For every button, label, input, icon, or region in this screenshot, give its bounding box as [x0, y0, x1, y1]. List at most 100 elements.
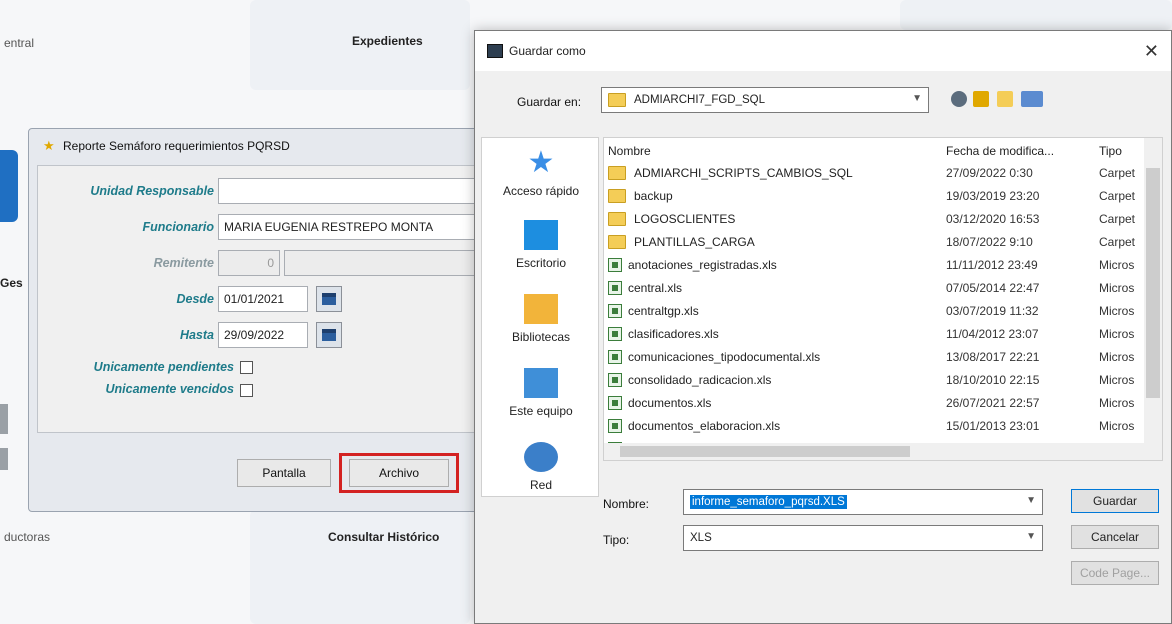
file-row[interactable]: documentos.xls 26/07/2021 22:57 Micros — [604, 392, 1144, 415]
file-row[interactable]: centraltgp.xls 03/07/2019 11:32 Micros — [604, 300, 1144, 323]
file-name: clasificadores.xls — [628, 327, 719, 341]
place-network[interactable]: Red — [482, 442, 600, 492]
report-title: Reporte Semáforo requerimientos PQRSD — [63, 139, 290, 153]
funcionario-input[interactable]: MARIA EUGENIA RESTREPO MONTA — [218, 214, 488, 240]
file-type: Micros — [1099, 327, 1135, 341]
hasta-label: Hasta — [179, 328, 214, 342]
watermark-right — [900, 0, 1172, 30]
file-row[interactable]: anotaciones_registradas.xls 11/11/2012 23… — [604, 254, 1144, 277]
place-desktop[interactable]: Escritorio — [482, 220, 600, 270]
menu-expedientes[interactable]: Expedientes — [352, 34, 423, 48]
desde-calendar-icon[interactable] — [316, 286, 342, 312]
place-libraries[interactable]: Bibliotecas — [482, 294, 600, 344]
column-type-header[interactable]: Tipo — [1099, 138, 1122, 160]
folder-combo[interactable]: ADMIARCHI7_FGD_SQL ▼ — [601, 87, 929, 113]
file-date: 07/05/2014 22:47 — [946, 281, 1040, 295]
vertical-scrollbar[interactable] — [1144, 138, 1162, 460]
folder-value: ADMIARCHI7_FGD_SQL — [634, 94, 766, 106]
file-row[interactable]: ADMIARCHI_SCRIPTS_CAMBIOS_SQL 27/09/2022 … — [604, 162, 1144, 185]
nombre-label: Nombre: — [603, 497, 650, 511]
tipo-label: Tipo: — [603, 533, 630, 547]
file-type: Micros — [1099, 258, 1135, 272]
excel-file-icon — [608, 281, 622, 295]
file-row[interactable]: documentos_elaboracion.xls 15/01/2013 23:… — [604, 415, 1144, 438]
chevron-down-icon: ▼ — [1026, 495, 1036, 506]
back-icon[interactable] — [951, 91, 967, 107]
file-name: ADMIARCHI_SCRIPTS_CAMBIOS_SQL — [634, 166, 853, 180]
file-type: Micros — [1099, 304, 1135, 318]
file-name: documentos_elaboracion.xls — [628, 419, 781, 433]
guardar-en-label: Guardar en: — [517, 95, 582, 109]
place-this-pc[interactable]: Este equipo — [482, 368, 600, 418]
report-dialog: ★ Reporte Semáforo requerimientos PQRSD … — [28, 128, 493, 512]
file-row[interactable]: backup 19/03/2019 23:20 Carpet — [604, 185, 1144, 208]
column-name-header[interactable]: Nombre — [608, 138, 651, 160]
desde-input[interactable]: 01/01/2021 — [218, 286, 308, 312]
file-row[interactable]: PLANTILLAS_CARGA 18/07/2022 9:10 Carpet — [604, 231, 1144, 254]
file-type: Micros — [1099, 396, 1135, 410]
file-type: Micros — [1099, 419, 1135, 433]
desktop-icon — [524, 220, 558, 250]
file-name: LOGOSCLIENTES — [634, 212, 736, 226]
app-icon — [487, 44, 503, 58]
new-folder-icon[interactable] — [997, 91, 1013, 107]
close-icon[interactable]: ✕ — [1144, 41, 1159, 62]
excel-file-icon — [608, 258, 622, 272]
hasta-input[interactable]: 29/09/2022 — [218, 322, 308, 348]
file-date: 11/11/2012 23:49 — [946, 258, 1038, 272]
file-row[interactable]: clasificadores.xls 11/04/2012 23:07 Micros — [604, 323, 1144, 346]
file-row[interactable]: LOGOSCLIENTES 03/12/2020 16:53 Carpet — [604, 208, 1144, 231]
file-name: consolidado_radicacion.xls — [628, 373, 772, 387]
place-quick-access[interactable]: ★ Acceso rápido — [482, 146, 600, 199]
menu-ges[interactable]: Ges — [0, 276, 23, 290]
file-type: Carpet — [1099, 166, 1136, 180]
library-icon — [524, 294, 558, 324]
unidad-input[interactable] — [218, 178, 488, 204]
file-row[interactable]: comunicaciones_tipodocumental.xls 13/08/2… — [604, 346, 1144, 369]
vertical-scroll-thumb[interactable] — [1146, 168, 1160, 398]
places-bar: ★ Acceso rápido Escritorio Bibliotecas E… — [481, 137, 599, 497]
file-name: centraltgp.xls — [628, 304, 699, 318]
pendientes-checkbox[interactable] — [240, 361, 253, 374]
up-folder-icon[interactable] — [973, 91, 989, 107]
funcionario-label: Funcionario — [142, 220, 214, 234]
horizontal-scrollbar[interactable] — [604, 443, 1146, 460]
file-name: anotaciones_registradas.xls — [628, 258, 777, 272]
file-date: 18/10/2010 22:15 — [946, 373, 1040, 387]
menu-central[interactable]: entral — [4, 36, 34, 50]
archivo-button[interactable]: Archivo — [349, 459, 449, 487]
filetype-select[interactable]: XLS ▼ — [683, 525, 1043, 551]
file-type: Carpet — [1099, 212, 1136, 226]
file-date: 27/09/2022 0:30 — [946, 166, 1033, 180]
decor-block-2 — [0, 448, 8, 470]
report-form: Unidad Responsable Funcionario MARIA EUG… — [37, 165, 493, 433]
excel-file-icon — [608, 327, 622, 341]
file-date: 13/08/2017 22:21 — [946, 350, 1040, 364]
menu-consultar-historico[interactable]: Consultar Histórico — [328, 530, 439, 544]
save-title: Guardar como — [509, 44, 586, 58]
guardar-button[interactable]: Guardar — [1071, 489, 1159, 513]
file-name: documentos.xls — [628, 396, 712, 410]
file-type: Micros — [1099, 350, 1135, 364]
menu-productoras[interactable]: ductoras — [4, 530, 50, 544]
pantalla-button[interactable]: Pantalla — [237, 459, 331, 487]
filename-input[interactable]: informe_semaforo_pqrsd.XLS ▼ — [683, 489, 1043, 515]
view-menu-icon[interactable] — [1021, 91, 1043, 107]
star-icon: ★ — [527, 146, 555, 179]
file-row[interactable]: consolidado_radicacion.xls 18/10/2010 22:… — [604, 369, 1144, 392]
horizontal-scroll-thumb[interactable] — [620, 446, 910, 457]
column-date-header[interactable]: Fecha de modifica... — [946, 138, 1054, 160]
star-icon: ★ — [43, 138, 55, 153]
file-name: PLANTILLAS_CARGA — [634, 235, 755, 249]
filetype-value: XLS — [690, 532, 712, 544]
file-date: 18/07/2022 9:10 — [946, 235, 1033, 249]
side-tab[interactable] — [0, 150, 18, 222]
cancelar-button[interactable]: Cancelar — [1071, 525, 1159, 549]
excel-file-icon — [608, 419, 622, 433]
folder-icon — [608, 189, 626, 203]
watermark-bottom — [250, 510, 470, 624]
file-row[interactable]: central.xls 07/05/2014 22:47 Micros — [604, 277, 1144, 300]
file-date: 26/07/2021 22:57 — [946, 396, 1040, 410]
vencidos-checkbox[interactable] — [240, 384, 253, 397]
hasta-calendar-icon[interactable] — [316, 322, 342, 348]
